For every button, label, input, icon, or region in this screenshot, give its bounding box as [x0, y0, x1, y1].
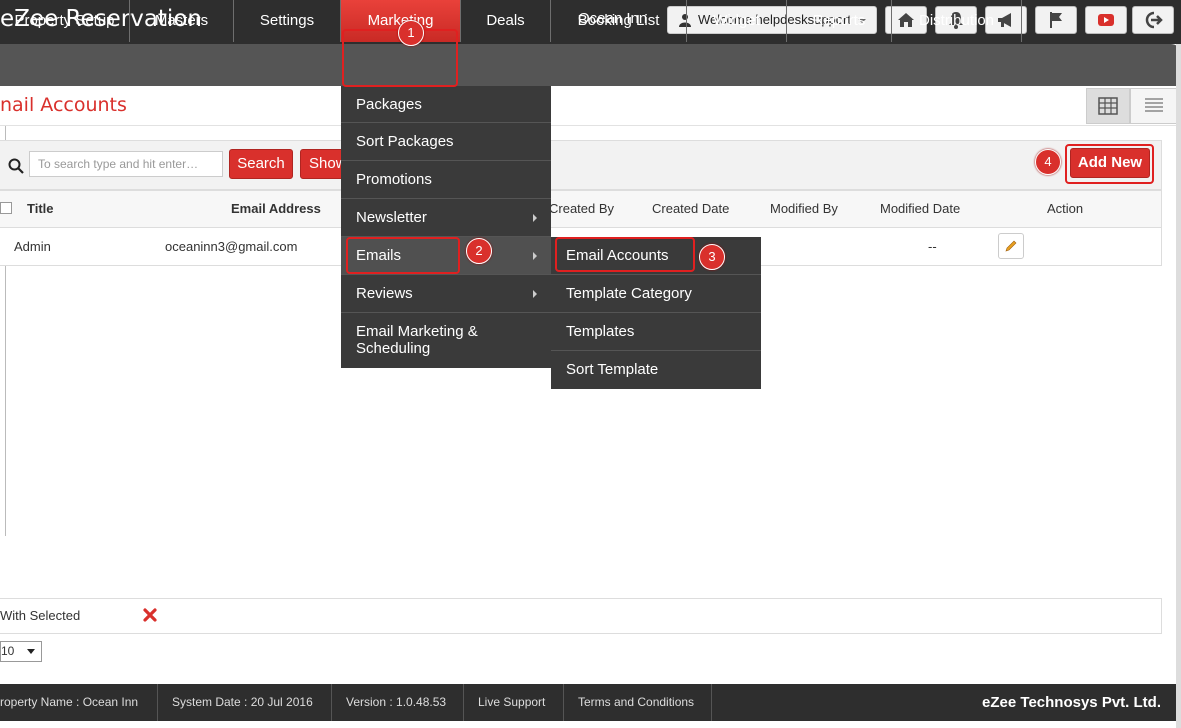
footer-version: Version : 1.0.48.53: [332, 684, 464, 721]
menu-item-label: Email Marketing & Scheduling: [356, 323, 478, 357]
bulk-actions-bar: [0, 598, 1162, 634]
main-nav: [0, 44, 1181, 86]
callout-badge-2: 2: [466, 238, 492, 264]
menu-item-label: Newsletter: [356, 209, 427, 226]
footer-property-name: roperty Name : Ocean Inn: [0, 684, 158, 721]
flag-button[interactable]: [1035, 6, 1077, 34]
column-header-created-by[interactable]: Created By: [549, 201, 614, 216]
nav-widget[interactable]: Widget: [687, 0, 787, 42]
nav-deals[interactable]: Deals: [461, 0, 551, 42]
show-button[interactable]: Show: [300, 149, 344, 179]
page-size-select[interactable]: 10: [0, 641, 42, 662]
chevron-right-icon: [533, 213, 537, 222]
footer-brand: eZee Technosys Pvt. Ltd.: [982, 694, 1161, 711]
youtube-icon: [1098, 14, 1114, 26]
select-all-checkbox[interactable]: [0, 202, 12, 214]
column-header-email[interactable]: Email Address: [231, 201, 321, 216]
search-button[interactable]: Search: [229, 149, 293, 179]
delete-icon[interactable]: [142, 607, 158, 623]
edit-button[interactable]: [998, 233, 1024, 259]
menu-item-label: Sort Packages: [356, 133, 454, 150]
page-header: [0, 86, 1181, 126]
with-selected-label: With Selected: [0, 608, 81, 623]
flag-icon: [1050, 12, 1062, 28]
column-header-title[interactable]: Title: [27, 201, 54, 216]
page-size-value: 10: [1, 644, 15, 658]
nav-masters[interactable]: Masters: [130, 0, 234, 42]
menu-item-promotions[interactable]: Promotions: [341, 161, 551, 199]
row-modified-date: --: [928, 239, 937, 254]
callout-badge-3: 3: [699, 244, 725, 270]
chevron-down-icon: [27, 649, 35, 654]
nav-reports[interactable]: Reports: [787, 0, 892, 42]
chevron-right-icon: [533, 251, 537, 260]
menu-item-reviews[interactable]: Reviews: [341, 275, 551, 313]
menu-item-label: Reviews: [356, 285, 413, 302]
menu-item-sort-packages[interactable]: Sort Packages: [341, 123, 551, 161]
menu-item-label: Packages: [356, 96, 422, 113]
menu-item-newsletter[interactable]: Newsletter: [341, 199, 551, 237]
column-header-created-date[interactable]: Created Date: [652, 201, 729, 216]
grid-view-button[interactable]: [1086, 88, 1130, 124]
submenu-item-templates[interactable]: Templates: [551, 313, 761, 351]
nav-booking-list[interactable]: Booking List: [551, 0, 687, 42]
column-header-modified-date[interactable]: Modified Date: [880, 201, 960, 216]
menu-item-email-marketing[interactable]: Email Marketing & Scheduling: [341, 313, 551, 368]
nav-distribution[interactable]: Distribution: [892, 0, 1022, 42]
column-header-modified-by[interactable]: Modified By: [770, 201, 838, 216]
list-icon: [1145, 98, 1163, 112]
menu-item-label: Promotions: [356, 171, 432, 188]
submenu-item-sort-template[interactable]: Sort Template: [551, 351, 761, 389]
row-title: Admin: [14, 239, 51, 254]
search-placeholder: To search type and hit enter…: [38, 157, 199, 171]
submenu-item-label: Sort Template: [566, 361, 659, 378]
logout-icon: [1145, 11, 1163, 29]
row-email: oceaninn3@gmail.com: [165, 239, 298, 254]
list-view-button[interactable]: [1130, 88, 1178, 124]
callout-badge-4: 4: [1035, 149, 1061, 175]
scrollbar[interactable]: [1176, 44, 1181, 728]
footer-system-date: System Date : 20 Jul 2016: [158, 684, 332, 721]
callout-box-add-new: [1065, 144, 1154, 184]
grid-icon: [1098, 97, 1118, 115]
youtube-button[interactable]: [1085, 6, 1127, 34]
nav-settings[interactable]: Settings: [234, 0, 341, 42]
submenu-item-label: Templates: [566, 323, 635, 340]
column-header-action: Action: [1047, 201, 1084, 216]
pencil-icon: [1005, 240, 1017, 252]
search-icon: [8, 158, 24, 174]
callout-box-emails: [346, 237, 460, 274]
menu-item-packages[interactable]: Packages: [341, 86, 551, 123]
callout-box-email-accounts: [555, 237, 695, 272]
submenu-item-label: Template Category: [566, 285, 692, 302]
submenu-item-template-category[interactable]: Template Category: [551, 275, 761, 313]
footer-terms[interactable]: Terms and Conditions: [564, 684, 712, 721]
footer-live-support[interactable]: Live Support: [464, 684, 564, 721]
callout-badge-1: 1: [398, 20, 424, 46]
chevron-right-icon: [533, 289, 537, 298]
search-input[interactable]: To search type and hit enter…: [29, 151, 223, 177]
page-title: nail Accounts: [0, 94, 127, 116]
nav-property-setup[interactable]: Property Setup: [0, 0, 130, 42]
logout-button[interactable]: [1132, 6, 1174, 34]
